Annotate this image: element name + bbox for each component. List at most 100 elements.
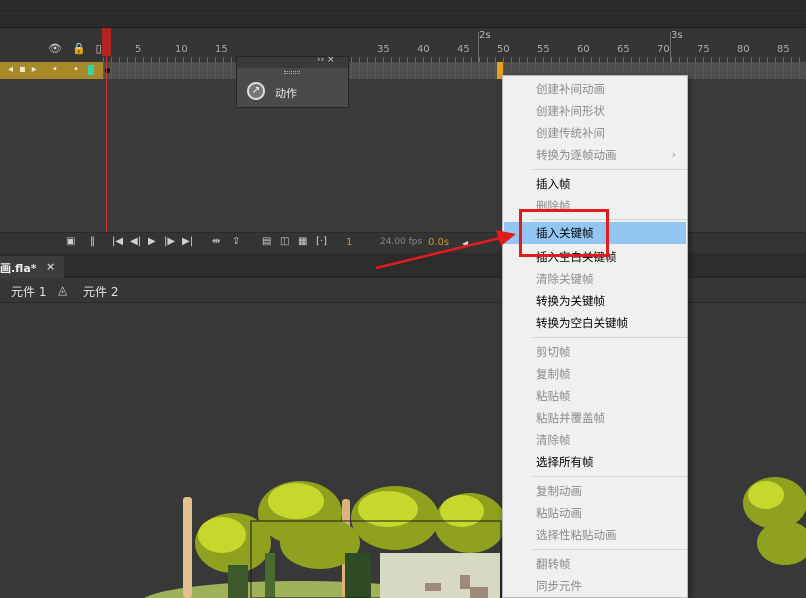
menu-item-label: 粘贴动画	[536, 506, 582, 520]
document-tab-label: 画.fla*	[0, 262, 37, 275]
menu-item[interactable]: 插入帧	[504, 173, 686, 195]
menu-item: 创建传统补间	[504, 122, 686, 144]
onion-outline-icon[interactable]: ◫	[280, 236, 289, 247]
menu-separator	[533, 337, 687, 338]
menu-item-label: 翻转帧	[536, 557, 571, 571]
annotation-box	[519, 209, 609, 257]
ruler-number: 15	[215, 44, 228, 55]
frame-rate[interactable]: 24.00 fps	[380, 237, 422, 247]
menu-item-label: 转换为空白关键帧	[536, 316, 628, 330]
document-tab[interactable]: 画.fla* ×	[0, 256, 64, 278]
onion-skin-icon[interactable]: ▤	[262, 236, 271, 247]
ruler-number: 80	[737, 44, 750, 55]
step-forward-icon[interactable]: |▶	[164, 236, 175, 247]
actions-icon[interactable]: ↗	[247, 82, 265, 100]
menu-item: 清除关键帧	[504, 268, 686, 290]
second-label: 3s	[671, 30, 683, 41]
menu-item: 复制帧	[504, 363, 686, 385]
menu-item: 选择性粘贴动画	[504, 524, 686, 546]
ruler-number: 65	[617, 44, 630, 55]
current-frame[interactable]: 1	[346, 237, 352, 248]
ruler-number: 10	[175, 44, 188, 55]
menu-separator	[533, 476, 687, 477]
playhead-handle[interactable]	[102, 28, 111, 56]
center-icon[interactable]: ⇪	[232, 236, 240, 247]
actions-label[interactable]: 动作	[275, 85, 297, 101]
menu-item-label: 插入帧	[536, 177, 571, 191]
actions-panel-header: ›› ×	[237, 55, 348, 68]
menu-item[interactable]: 转换为空白关键帧	[504, 312, 686, 334]
menu-item: 同步元件	[504, 575, 686, 597]
top-bar	[0, 0, 806, 28]
frame-grid[interactable]	[103, 62, 806, 79]
layer-header-icons: 👁 🔒 ▯	[48, 42, 102, 56]
step-back-icon[interactable]: ◀|	[130, 236, 141, 247]
lock-icon[interactable]: 🔒	[72, 42, 86, 56]
ruler-number: 45	[457, 44, 470, 55]
menu-item: 创建补间动画	[504, 78, 686, 100]
scroll-left-icon[interactable]: ◀	[462, 239, 468, 248]
first-frame-icon[interactable]: |◀	[112, 236, 123, 247]
ruler-number: 70	[657, 44, 670, 55]
onion-markers-icon[interactable]: [·]	[316, 236, 327, 247]
menu-item-label: 清除帧	[536, 433, 571, 447]
breadcrumb-scene[interactable]: 元件 1	[11, 283, 46, 300]
ruler-number: 5	[135, 44, 142, 55]
menu-item[interactable]: 选择所有帧	[504, 451, 686, 473]
split-icon[interactable]: ‖	[90, 236, 95, 247]
menu-item: 粘贴动画	[504, 502, 686, 524]
menu-item[interactable]: 转换为关键帧	[504, 290, 686, 312]
ruler-number: 50	[497, 44, 510, 55]
timeline-ruler[interactable]: 👁 🔒 ▯ 15101535404550556065707580852s3s	[0, 28, 806, 62]
chevron-right-icon: ›	[671, 148, 676, 161]
menu-item-label: 复制动画	[536, 484, 582, 498]
menu-item-label: 创建补间动画	[536, 82, 605, 96]
panel-header-glyphs[interactable]: ›› ×	[317, 55, 335, 65]
ruler-number: 60	[577, 44, 590, 55]
menu-item: 转换为逐帧动画 ›	[504, 144, 686, 166]
breadcrumb-symbol[interactable]: 元件 2	[83, 283, 118, 300]
eye-icon[interactable]: 👁	[48, 42, 62, 56]
menu-item-label: 选择性粘贴动画	[536, 528, 617, 542]
symbol-icon: ◬	[58, 283, 68, 297]
menu-item-label: 创建补间形状	[536, 104, 605, 118]
ruler-number: 55	[537, 44, 550, 55]
layer-state-icons: ◂▪▸ • •	[8, 64, 85, 75]
menu-item-label: 同步元件	[536, 579, 582, 593]
second-tick	[670, 32, 671, 62]
menu-item-label: 转换为逐帧动画	[536, 148, 617, 162]
menu-item: 粘贴帧	[504, 385, 686, 407]
last-frame-icon[interactable]: ▶|	[182, 236, 193, 247]
edit-frames-icon[interactable]: ▦	[298, 236, 307, 247]
menu-item-label: 剪切帧	[536, 345, 571, 359]
menu-item-label: 选择所有帧	[536, 455, 594, 469]
menu-item-label: 粘贴并覆盖帧	[536, 411, 605, 425]
ruler-number: 35	[377, 44, 390, 55]
actions-panel[interactable]: ›› × ↗ 动作	[236, 55, 349, 108]
layer-color-swatch	[88, 65, 94, 75]
menu-separator	[533, 169, 687, 170]
grip-icon[interactable]	[284, 71, 300, 74]
elapsed-time[interactable]: 0.0s	[428, 237, 449, 248]
ruler-number: 75	[697, 44, 710, 55]
menu-item: 粘贴并覆盖帧	[504, 407, 686, 429]
play-icon[interactable]: ▶	[148, 236, 156, 247]
second-tick	[478, 32, 479, 62]
menu-item-label: 粘贴帧	[536, 389, 571, 403]
menu-item: 创建补间形状	[504, 100, 686, 122]
menu-item-label: 转换为关键帧	[536, 294, 605, 308]
menu-item: 剪切帧	[504, 341, 686, 363]
camera-icon[interactable]: ▣	[66, 236, 75, 247]
menu-item: 清除帧	[504, 429, 686, 451]
close-icon[interactable]: ×	[46, 260, 55, 273]
playhead-line	[106, 56, 107, 233]
menu-item: 翻转帧	[504, 553, 686, 575]
menu-item: 复制动画	[504, 480, 686, 502]
ruler-number: 40	[417, 44, 430, 55]
loop-icon[interactable]: ⇹	[212, 236, 220, 247]
context-menu[interactable]: 创建补间动画 创建补间形状 创建传统补间 转换为逐帧动画 › 插入帧 删除帧 插入关键帧 插入空…	[502, 75, 688, 598]
outline-icon[interactable]: ▯	[96, 42, 102, 56]
menu-item-label: 复制帧	[536, 367, 571, 381]
layer-header[interactable]: ◂▪▸ • •	[0, 62, 103, 79]
playhead[interactable]	[102, 28, 111, 233]
